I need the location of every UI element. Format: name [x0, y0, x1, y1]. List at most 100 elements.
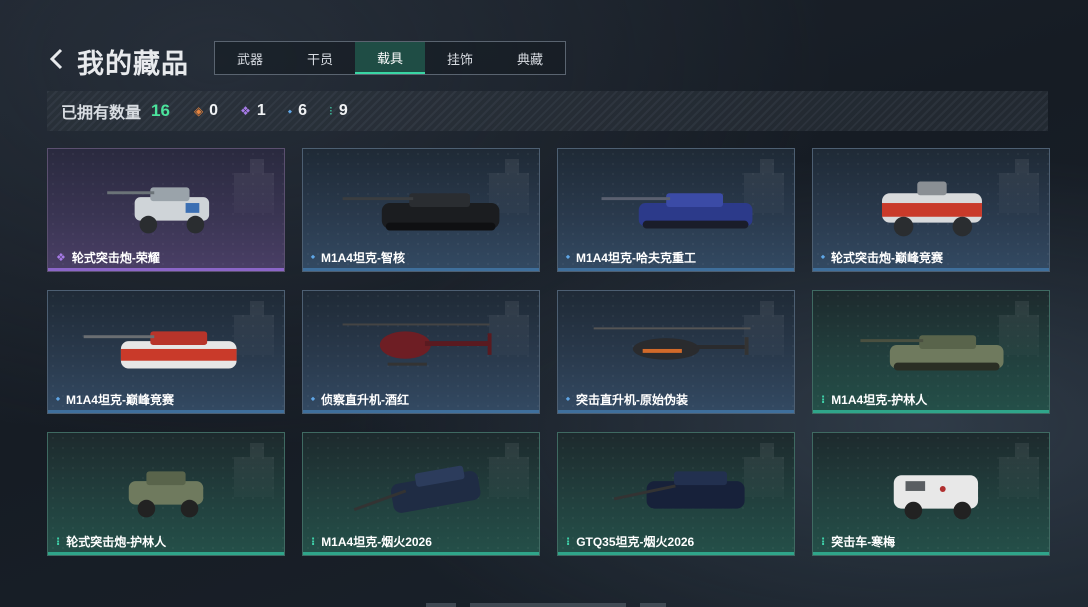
tab-charms[interactable]: 挂饰 [425, 42, 495, 74]
rarity-bar [48, 552, 284, 555]
owned-total: 16 [151, 101, 170, 120]
assault-vehicle-image [833, 447, 1029, 531]
vehicle-name: ⬩ M1A4坦克-巅峰竞赛 [56, 391, 174, 408]
vehicle-name: ⁝ GTQ35坦克-烟火2026 [566, 533, 694, 550]
rarity-bar [558, 268, 794, 271]
owned-label: 已拥有数量 [61, 105, 142, 122]
pager-button[interactable] [426, 603, 456, 607]
vehicle-name: ⁝ 突击车-寒梅 [821, 533, 895, 550]
tab-operators[interactable]: 干员 [285, 42, 355, 74]
bottom-controls [426, 603, 666, 607]
vehicle-name-label: M1A4坦克-巅峰竞赛 [65, 393, 174, 407]
rarity-bar [303, 552, 539, 555]
vehicle-card[interactable]: ⁝ M1A4坦克-护林人 [812, 290, 1050, 414]
owned-stats-bar: 已拥有数量 16 ◈ 0 ❖ 1 ⬩ 6 ⁝ 9 [47, 91, 1048, 131]
vehicle-name-label: M1A4坦克-智核 [320, 251, 405, 265]
vehicle-name-label: M1A4坦克-烟火2026 [321, 535, 432, 549]
tank-image [323, 163, 519, 247]
rarity-bar [558, 552, 794, 555]
rarity-bar [303, 410, 539, 413]
rarity-blue-icon: ⬩ [311, 393, 315, 405]
wheeled-assault-gun-image [68, 163, 264, 247]
rarity-bar [48, 410, 284, 413]
vehicle-name: ❖ 轮式突击炮-荣耀 [56, 249, 160, 266]
tab-weapons[interactable]: 武器 [215, 42, 285, 74]
rarity-blue-icon: ⬩ [566, 393, 570, 405]
vehicle-card[interactable]: ⬩ 轮式突击炮-巅峰竞赛 [812, 148, 1050, 272]
stat-purple: ❖ 1 [240, 102, 266, 120]
purple-count: 1 [256, 102, 266, 119]
green-count: 9 [338, 102, 348, 119]
vehicle-name: ⁝ M1A4坦克-护林人 [821, 391, 927, 408]
category-tabs: 武器 干员 载具 挂饰 典藏 [214, 41, 566, 75]
vehicle-card[interactable]: ⁝ M1A4坦克-烟火2026 [302, 432, 540, 556]
rarity-blue-icon: ⬩ [821, 251, 825, 263]
page-title: 我的藏品 [77, 49, 189, 79]
tab-collection[interactable]: 典藏 [495, 42, 565, 74]
vehicle-name: ⬩ 侦察直升机-酒红 [311, 391, 409, 408]
stat-blue: ⬩ 6 [288, 102, 307, 120]
rarity-blue-icon: ⬩ [56, 393, 60, 405]
tank-image [833, 305, 1029, 389]
vehicle-card[interactable]: ⬩ M1A4坦克-哈夫克重工 [557, 148, 795, 272]
rarity-purple-icon: ❖ [56, 252, 66, 264]
diamond-blue-icon: ⬩ [287, 103, 293, 118]
helicopter-image [323, 305, 519, 389]
tank-image [578, 163, 774, 247]
rarity-blue-icon: ⬩ [311, 251, 315, 263]
rarity-bar [48, 268, 284, 271]
chevron-left-icon [49, 48, 63, 70]
rarity-bar [303, 268, 539, 271]
blue-count: 6 [298, 102, 307, 119]
vehicle-card[interactable]: ⬩ M1A4坦克-智核 [302, 148, 540, 272]
vehicle-name-label: 突击车-寒梅 [831, 535, 896, 549]
tab-vehicles[interactable]: 载具 [355, 42, 425, 74]
stat-green: ⁝ 9 [329, 102, 348, 120]
vehicle-name: ⬩ M1A4坦克-智核 [311, 249, 405, 266]
rarity-green-icon: ⁝ [821, 536, 826, 548]
vehicle-name-label: M1A4坦克-哈夫克重工 [575, 251, 696, 265]
vehicle-name-label: 轮式突击炮-荣耀 [71, 251, 160, 265]
vehicle-name-label: 轮式突击炮-巅峰竞赛 [830, 251, 943, 265]
vehicle-name: ⁝ 轮式突击炮-护林人 [56, 533, 166, 550]
tank-image [323, 447, 519, 531]
back-button[interactable] [46, 45, 70, 73]
vehicle-card[interactable]: ⬩ M1A4坦克-巅峰竞赛 [47, 290, 285, 414]
rarity-bar [558, 410, 794, 413]
rarity-bar [813, 268, 1049, 271]
stat-orange: ◈ 0 [194, 102, 218, 120]
vehicle-name: ⬩ 轮式突击炮-巅峰竞赛 [821, 249, 943, 266]
vehicle-name-label: M1A4坦克-护林人 [831, 393, 928, 407]
orange-count: 0 [209, 102, 219, 119]
vehicle-name-label: 轮式突击炮-护林人 [66, 535, 167, 549]
rarity-blue-icon: ⬩ [566, 251, 570, 263]
vehicle-grid: ❖ 轮式突击炮-荣耀 ⬩ M1A4坦克-智核 ⬩ M1A4坦克-哈夫克重工 ⬩ 轮式突击… [47, 148, 1050, 556]
vehicle-card[interactable]: ⬩ 侦察直升机-酒红 [302, 290, 540, 414]
pager-button[interactable] [640, 603, 666, 607]
rarity-green-icon: ⁝ [311, 536, 316, 548]
tank-image [578, 447, 774, 531]
rarity-bar [813, 410, 1049, 413]
vehicle-name-label: GTQ35坦克-烟火2026 [576, 535, 695, 549]
helicopter-image [578, 305, 774, 389]
vehicle-card[interactable]: ❖ 轮式突击炮-荣耀 [47, 148, 285, 272]
wheeled-assault-gun-image [833, 163, 1029, 247]
rarity-bar [813, 552, 1049, 555]
vehicle-card[interactable]: ⁝ GTQ35坦克-烟火2026 [557, 432, 795, 556]
diamond-green-icon: ⁝ [328, 104, 333, 118]
vehicle-name: ⬩ 突击直升机-原始伪装 [566, 391, 688, 408]
rarity-green-icon: ⁝ [821, 394, 826, 406]
diamond-orange-icon: ◈ [193, 104, 204, 118]
vehicle-name-label: 突击直升机-原始伪装 [575, 393, 688, 407]
rarity-green-icon: ⁝ [56, 536, 61, 548]
rarity-green-icon: ⁝ [566, 536, 571, 548]
vehicle-name: ⁝ M1A4坦克-烟火2026 [311, 533, 432, 550]
tank-image [68, 305, 264, 389]
pager-bar [470, 603, 626, 607]
vehicle-card[interactable]: ⁝ 轮式突击炮-护林人 [47, 432, 285, 556]
vehicle-card[interactable]: ⬩ 突击直升机-原始伪装 [557, 290, 795, 414]
vehicle-card[interactable]: ⁝ 突击车-寒梅 [812, 432, 1050, 556]
vehicle-name-label: 侦察直升机-酒红 [320, 393, 409, 407]
vehicle-name: ⬩ M1A4坦克-哈夫克重工 [566, 249, 696, 266]
diamond-purple-icon: ❖ [240, 104, 251, 118]
